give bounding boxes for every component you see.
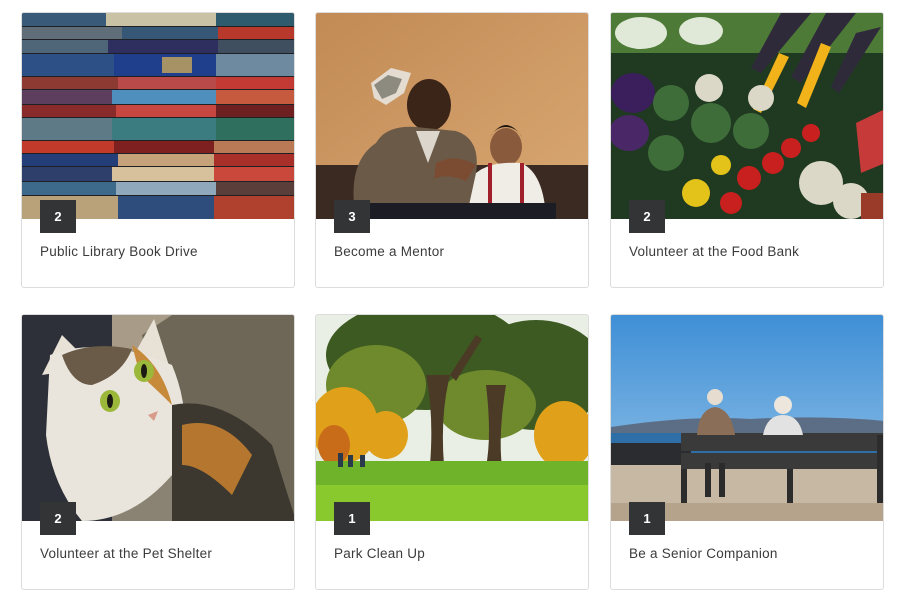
books-photo[interactable]	[22, 13, 294, 219]
opportunity-card-book-drive[interactable]: 2 Public Library Book Drive	[21, 12, 295, 288]
volunteer-count-badge: 1	[334, 502, 370, 535]
opportunity-grid: 2 Public Library Book Drive 3 Become a M…	[0, 0, 900, 603]
opportunity-card-senior-companion[interactable]: 1 Be a Senior Companion	[610, 314, 884, 590]
opportunity-title[interactable]: Be a Senior Companion	[629, 546, 778, 561]
vegetables-photo[interactable]	[611, 13, 883, 219]
seniors-bench-photo[interactable]	[611, 315, 883, 521]
opportunity-title[interactable]: Become a Mentor	[334, 244, 444, 259]
opportunity-card-park-clean-up[interactable]: 1 Park Clean Up	[315, 314, 589, 590]
opportunity-card-pet-shelter[interactable]: 2 Volunteer at the Pet Shelter	[21, 314, 295, 590]
volunteer-count-badge: 1	[629, 502, 665, 535]
opportunity-card-mentor[interactable]: 3 Become a Mentor	[315, 12, 589, 288]
cat-photo[interactable]	[22, 315, 294, 521]
opportunity-title[interactable]: Public Library Book Drive	[40, 244, 198, 259]
volunteer-count-badge: 3	[334, 200, 370, 233]
park-photo[interactable]	[316, 315, 588, 521]
opportunity-card-food-bank[interactable]: 2 Volunteer at the Food Bank	[610, 12, 884, 288]
opportunity-title[interactable]: Volunteer at the Pet Shelter	[40, 546, 212, 561]
mentor-photo[interactable]	[316, 13, 588, 219]
opportunity-title[interactable]: Volunteer at the Food Bank	[629, 244, 799, 259]
opportunity-title[interactable]: Park Clean Up	[334, 546, 425, 561]
volunteer-count-badge: 2	[40, 200, 76, 233]
volunteer-count-badge: 2	[40, 502, 76, 535]
volunteer-count-badge: 2	[629, 200, 665, 233]
